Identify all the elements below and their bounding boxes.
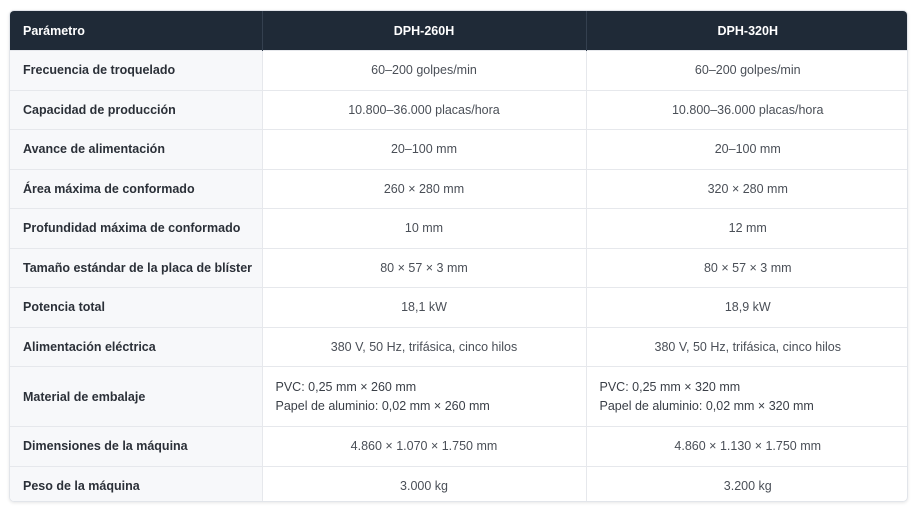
packaging-line-pvc: PVC: 0,25 mm × 260 mm (275, 379, 417, 394)
cell-dph-320h: 20–100 mm (585, 129, 907, 169)
cell-dph-320h: 3.200 kg (585, 465, 907, 501)
cell-dph-320h: 320 × 280 mm (585, 168, 907, 209)
cell-dph-260h: 80 × 57 × 3 mm (261, 247, 586, 288)
header-model-dph-260h: DPH-260H (261, 11, 586, 51)
row-label: Dimensiones de la máquina (10, 426, 262, 466)
cell-dph-320h: 10.800–36.000 placas/hora (585, 89, 907, 130)
table-row: Capacidad de producción 10.800–36.000 pl… (10, 89, 907, 130)
cell-dph-320h: PVC: 0,25 mm × 320 mm Papel de aluminio:… (585, 366, 907, 427)
table-row: Área máxima de conformado 260 × 280 mm 3… (10, 168, 907, 209)
spec-table: Parámetro DPH-260H DPH-320H Frecuencia d… (10, 11, 907, 501)
packaging-line-pvc: PVC: 0,25 mm × 320 mm (599, 379, 741, 394)
cell-dph-260h: 10.800–36.000 placas/hora (261, 89, 586, 130)
row-label: Avance de alimentación (10, 129, 262, 169)
cell-dph-320h: 12 mm (585, 208, 907, 248)
cell-dph-260h: 380 V, 50 Hz, trifásica, cinco hilos (261, 326, 586, 367)
row-label: Alimentación eléctrica (10, 326, 262, 367)
cell-dph-320h: 80 × 57 × 3 mm (585, 247, 907, 288)
header-parameter: Parámetro (10, 11, 262, 51)
cell-dph-260h: 260 × 280 mm (261, 168, 586, 209)
table-row: Profundidad máxima de conformado 10 mm 1… (10, 208, 907, 248)
cell-dph-260h: 3.000 kg (261, 465, 586, 501)
cell-dph-320h: 18,9 kW (585, 287, 907, 327)
spec-table-container: Parámetro DPH-260H DPH-320H Frecuencia d… (9, 10, 908, 502)
row-label: Tamaño estándar de la placa de blíster (10, 247, 262, 288)
header-model-dph-320h: DPH-320H (585, 11, 907, 51)
table-row: Material de embalaje PVC: 0,25 mm × 260 … (10, 366, 907, 427)
cell-dph-260h: 4.860 × 1.070 × 1.750 mm (261, 426, 586, 466)
table-row: Alimentación eléctrica 380 V, 50 Hz, tri… (10, 326, 907, 367)
row-label: Potencia total (10, 287, 262, 327)
row-label: Profundidad máxima de conformado (10, 208, 262, 248)
row-label: Área máxima de conformado (10, 168, 262, 209)
table-header-row: Parámetro DPH-260H DPH-320H (10, 11, 907, 51)
cell-dph-260h: 60–200 golpes/min (261, 50, 586, 90)
row-label: Material de embalaje (10, 366, 262, 427)
cell-dph-260h: 18,1 kW (261, 287, 586, 327)
row-label: Capacidad de producción (10, 89, 262, 130)
table-row: Frecuencia de troquelado 60–200 golpes/m… (10, 50, 907, 90)
row-label: Peso de la máquina (10, 465, 262, 501)
table-row: Avance de alimentación 20–100 mm 20–100 … (10, 129, 907, 169)
cell-dph-320h: 60–200 golpes/min (585, 50, 907, 90)
row-label: Frecuencia de troquelado (10, 50, 262, 90)
table-row: Tamaño estándar de la placa de blíster 8… (10, 247, 907, 288)
packaging-line-aluminum: Papel de aluminio: 0,02 mm × 260 mm (275, 398, 490, 413)
cell-dph-260h: 10 mm (261, 208, 586, 248)
table-row: Peso de la máquina 3.000 kg 3.200 kg (10, 465, 907, 501)
cell-dph-320h: 4.860 × 1.130 × 1.750 mm (585, 426, 907, 466)
table-row: Potencia total 18,1 kW 18,9 kW (10, 287, 907, 327)
packaging-line-aluminum: Papel de aluminio: 0,02 mm × 320 mm (599, 398, 814, 413)
table-row: Dimensiones de la máquina 4.860 × 1.070 … (10, 426, 907, 466)
cell-dph-260h: 20–100 mm (261, 129, 586, 169)
cell-dph-260h: PVC: 0,25 mm × 260 mm Papel de aluminio:… (261, 366, 586, 427)
cell-dph-320h: 380 V, 50 Hz, trifásica, cinco hilos (585, 326, 907, 367)
